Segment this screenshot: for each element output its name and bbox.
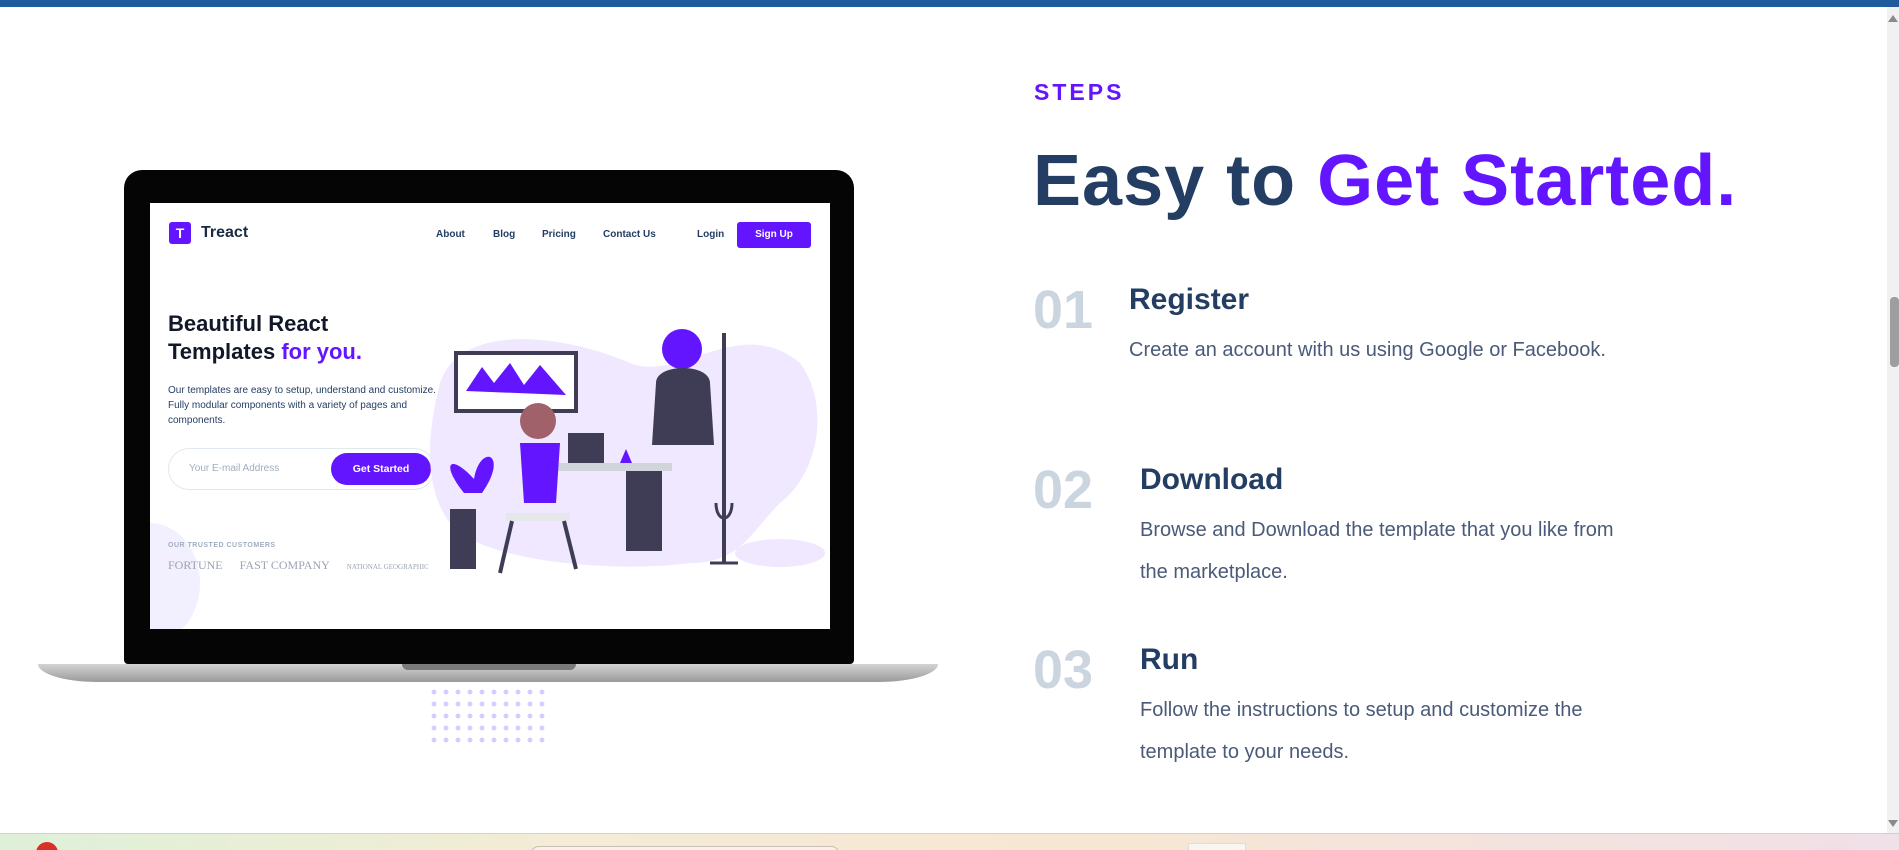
preview-nav-pricing: Pricing — [542, 229, 576, 240]
dot-pattern-decoration — [428, 686, 548, 744]
preview-email-placeholder: Your E-mail Address — [189, 463, 280, 474]
preview-nav-login: Login — [697, 229, 725, 240]
fast-company-logo: FAST COMPANY — [239, 558, 330, 572]
section-subheading: STEPS — [1034, 79, 1125, 105]
national-geographic-logo: NATIONAL GEOGRAPHIC — [346, 563, 429, 571]
step-number: 01 — [1033, 280, 1094, 340]
preview-nav-blog: Blog — [493, 229, 516, 240]
preview-nav-contact: Contact Us — [603, 229, 656, 240]
preview-description: Our templates are easy to setup, underst… — [168, 385, 436, 426]
step-number: 02 — [1033, 460, 1094, 520]
workspace-illustration — [430, 329, 825, 574]
step-description: Create an account with us using Google o… — [1129, 339, 1606, 361]
step-title: Register — [1129, 283, 1250, 316]
laptop-notch — [402, 664, 576, 670]
step-description: Follow the instructions to setup and cus… — [1140, 699, 1583, 763]
step-title: Download — [1140, 463, 1284, 496]
preview-brand-name: Treact — [201, 224, 249, 241]
scrollbar-thumb[interactable] — [1890, 297, 1899, 367]
window-top-bar — [0, 0, 1899, 7]
preview-nav-about: About — [436, 229, 465, 240]
fortune-logo: FORTUNE — [168, 558, 223, 572]
preview-headline: Beautiful React Templates for you. — [168, 311, 362, 364]
preview-trusted-label: OUR TRUSTED CUSTOMERS — [168, 542, 276, 549]
preview-get-started-button: Get Started — [331, 453, 431, 485]
section-heading: Easy to Get Started. — [1033, 141, 1738, 221]
taskbar-search-box[interactable] — [530, 846, 840, 850]
step-title: Run — [1140, 643, 1199, 676]
scroll-up-icon[interactable] — [1888, 15, 1898, 22]
decorative-blob — [150, 523, 200, 629]
step-description: Browse and Download the template that yo… — [1140, 519, 1614, 583]
step-number: 03 — [1033, 640, 1094, 700]
taskbar-app-icon[interactable] — [1188, 843, 1246, 850]
scroll-down-icon[interactable] — [1888, 820, 1898, 827]
preview-email-form: Your E-mail Address Get Started — [168, 448, 435, 490]
os-taskbar — [0, 833, 1899, 850]
preview-signup-button: Sign Up — [737, 222, 811, 248]
preview-logo-icon: T — [169, 222, 191, 244]
notification-badge-icon[interactable] — [36, 842, 58, 850]
laptop-screen-preview: T Treact About Blog Pricing Contact Us L… — [150, 203, 830, 629]
preview-customer-logos: FORTUNE FAST COMPANY NATIONAL GEOGRAPHIC — [168, 558, 443, 573]
vertical-scrollbar[interactable] — [1887, 7, 1899, 833]
